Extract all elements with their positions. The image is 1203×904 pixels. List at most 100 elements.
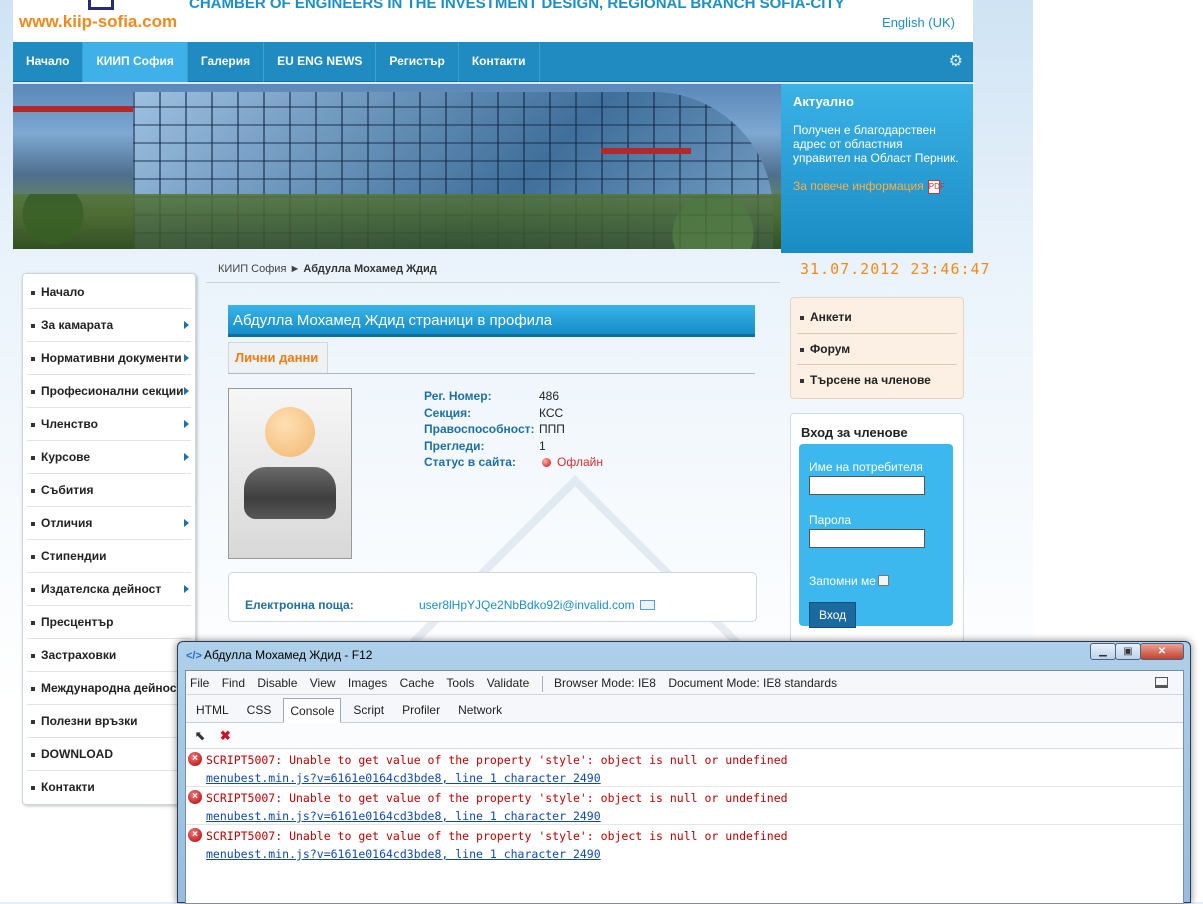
menu-item-home[interactable]: Начало: [27, 276, 191, 309]
menu-view[interactable]: View: [310, 676, 336, 690]
menu-item-label: Курсове: [41, 450, 91, 464]
password-field[interactable]: [809, 529, 925, 548]
submenu-arrow-icon: [184, 387, 189, 395]
menu-item-label: Издателска дейност: [41, 582, 162, 596]
submenu-arrow-icon: [184, 354, 189, 362]
bullet-icon: [31, 753, 35, 757]
nav-home[interactable]: Начало: [13, 42, 84, 82]
bullet-icon: [31, 324, 35, 328]
menu-item-publishing[interactable]: Издателска дейност: [27, 573, 191, 606]
browser-mode-menu[interactable]: Browser Mode: IE8: [554, 676, 656, 690]
submenu-arrow-icon: [184, 453, 189, 461]
tab-profiler[interactable]: Profiler: [396, 698, 446, 723]
devtools-title: </> Абдулла Мохамед Ждид - F12: [186, 648, 372, 662]
link-label: Търсене на членове: [810, 373, 931, 387]
clear-console-icon[interactable]: ✖: [217, 728, 233, 744]
link-polls[interactable]: Анкети: [797, 302, 957, 334]
site-url[interactable]: www.kiip-sofia.com: [19, 12, 177, 32]
menu-item-label: Членство: [41, 417, 98, 431]
profile-row: Рег. Номер: 486: [424, 388, 603, 405]
devtools-tabs: HTML CSS Console Script Profiler Network: [186, 695, 1183, 723]
tab-script[interactable]: Script: [347, 698, 390, 723]
menu-disable[interactable]: Disable: [257, 676, 297, 690]
tab-personal-data[interactable]: Лични данни: [228, 342, 328, 374]
error-source-link[interactable]: menubest.min.js?v=6161e0164cd3bde8, line…: [206, 845, 1183, 863]
nav-gallery[interactable]: Галерия: [188, 42, 265, 82]
document-mode-menu[interactable]: Document Mode: IE8 standards: [668, 676, 837, 690]
devtools-menubar: File Find Disable View Images Cache Tool…: [186, 671, 1183, 695]
link-member-search[interactable]: Търсене на членове: [797, 365, 957, 397]
language-link[interactable]: English (UK): [882, 15, 955, 30]
menu-item-about[interactable]: За камарата: [27, 309, 191, 342]
maximize-button[interactable]: ▣: [1115, 643, 1141, 660]
menu-item-download[interactable]: DOWNLOAD: [27, 738, 191, 771]
menu-item-international[interactable]: Международна дейност: [27, 672, 191, 705]
username-field[interactable]: [809, 476, 925, 495]
email-link[interactable]: user8lHpYJQe2NbBdko92i@invalid.com: [419, 598, 635, 612]
news-title: Актуално: [793, 94, 854, 109]
menu-separator: [541, 675, 543, 692]
menu-item-label: За камарата: [41, 318, 114, 332]
menu-item-label: Пресцентър: [41, 615, 114, 629]
left-menu: Начало За камарата Нормативни документи …: [22, 273, 196, 805]
menu-validate[interactable]: Validate: [487, 676, 529, 690]
profile-details: Рег. Номер: 486 Секция: КСС Правоспособнос…: [424, 388, 603, 471]
nav-eu-eng-news[interactable]: EU ENG NEWS: [264, 42, 377, 82]
date-time-clock: 31.07.2012 23:46:47: [800, 260, 991, 278]
ie-icon: </>: [186, 650, 202, 662]
login-button[interactable]: Вход: [809, 602, 857, 628]
error-source-link[interactable]: menubest.min.js?v=6161e0164cd3bde8, line…: [206, 769, 1183, 787]
menu-images[interactable]: Images: [348, 676, 387, 690]
member-login-module: Вход за членове Име на потребителя Парол…: [790, 413, 964, 643]
dock-icon[interactable]: [1155, 677, 1168, 688]
offline-status-icon: [542, 458, 551, 467]
menu-item-events[interactable]: Събития: [27, 474, 191, 507]
remember-label: Запомни ме: [809, 574, 876, 588]
news-more-link[interactable]: За повече информация: [793, 179, 924, 193]
tab-network[interactable]: Network: [452, 698, 508, 723]
tab-html[interactable]: HTML: [190, 698, 235, 723]
menu-item-press[interactable]: Пресцентър: [27, 606, 191, 639]
bullet-icon: [31, 786, 35, 790]
mail-icon[interactable]: [639, 600, 655, 610]
menu-item-label: DOWNLOAD: [41, 747, 113, 761]
breadcrumb-root[interactable]: КИИП София: [218, 263, 286, 275]
menu-item-awards[interactable]: Отличия: [27, 507, 191, 540]
link-forum[interactable]: Форум: [797, 334, 957, 365]
menu-item-label: Начало: [41, 285, 85, 299]
profile-row: Статус в сайта: Офлайн: [424, 454, 603, 471]
tab-css[interactable]: CSS: [241, 698, 278, 723]
bullet-icon: [31, 588, 35, 592]
menu-item-contacts[interactable]: Контакти: [27, 771, 191, 804]
bullet-icon: [31, 390, 35, 394]
nav-contacts[interactable]: Контакти: [459, 42, 540, 82]
error-source-link[interactable]: menubest.min.js?v=6161e0164cd3bde8, line…: [206, 807, 1183, 825]
menu-find[interactable]: Find: [222, 676, 245, 690]
menu-cache[interactable]: Cache: [400, 676, 435, 690]
minimize-button[interactable]: ▁: [1090, 643, 1116, 660]
menu-item-regulations[interactable]: Нормативни документи: [27, 342, 191, 375]
menu-file[interactable]: File: [190, 676, 209, 690]
menu-item-scholarships[interactable]: Стипендии: [27, 540, 191, 573]
gear-icon[interactable]: ⚙: [949, 51, 963, 71]
menu-tools[interactable]: Tools: [446, 676, 474, 690]
select-element-icon[interactable]: ⬉: [192, 728, 208, 744]
remember-row: Запомни ме: [809, 574, 943, 588]
bullet-icon: [31, 687, 35, 691]
menu-item-insurance[interactable]: Застраховки: [27, 639, 191, 672]
field-label: Статус в сайта:: [424, 455, 516, 469]
remember-checkbox[interactable]: [877, 575, 889, 586]
email-row: user8lHpYJQe2NbBdko92i@invalid.com: [419, 598, 655, 612]
password-label: Парола: [809, 513, 852, 527]
menu-item-sections[interactable]: Професионални секции: [27, 375, 191, 408]
menu-item-membership[interactable]: Членство: [27, 408, 191, 441]
menu-item-courses[interactable]: Курсове: [27, 441, 191, 474]
menu-item-links[interactable]: Полезни връзки: [27, 705, 191, 738]
pdf-icon[interactable]: PDF: [927, 179, 945, 194]
nav-register[interactable]: Регистър: [376, 42, 459, 82]
bullet-icon: [31, 720, 35, 724]
close-button[interactable]: ✕: [1140, 643, 1184, 660]
tab-console[interactable]: Console: [283, 698, 342, 723]
error-icon: ×: [188, 790, 202, 804]
nav-kiip-sofia[interactable]: КИИП София: [83, 42, 188, 82]
